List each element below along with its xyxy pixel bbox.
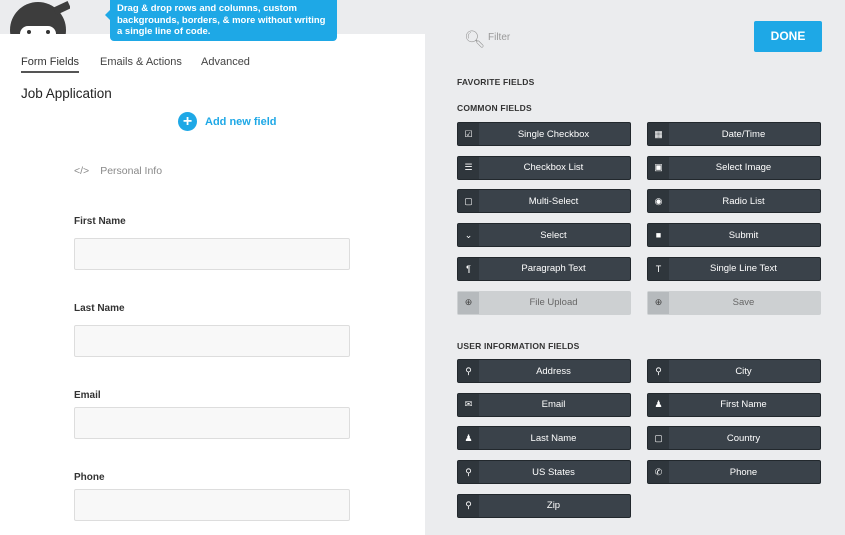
field-button-last-name[interactable]: ♟ Last Name (457, 426, 631, 451)
field-button-label: Select Image (715, 162, 772, 174)
image-icon: ▣ (648, 156, 669, 179)
field-button-label: Last Name (530, 432, 577, 444)
phone-input[interactable] (74, 489, 350, 521)
field-button-checkbox-list[interactable]: ☰ Checkbox List (457, 155, 631, 180)
field-button-email[interactable]: ✉ Email (457, 392, 631, 417)
square-icon: ▢ (648, 427, 669, 450)
done-button[interactable]: DONE (754, 21, 822, 52)
tab-advanced[interactable]: Advanced (201, 56, 250, 68)
first-name-input[interactable] (74, 238, 350, 270)
code-icon: </> (74, 165, 90, 177)
email-input[interactable] (74, 407, 350, 439)
field-button-label: Country (726, 432, 761, 444)
field-button-label: Submit (728, 229, 759, 241)
field-button-label: Date/Time (721, 128, 766, 140)
add-new-field-label: Add new field (205, 115, 277, 128)
square-icon: ▢ (458, 190, 479, 213)
map-pin-icon: ⚲ (648, 360, 669, 382)
map-pin-icon: ⚲ (458, 360, 479, 382)
field-button-first-name[interactable]: ♟ First Name (647, 392, 821, 417)
field-button-city[interactable]: ⚲ City (647, 359, 821, 383)
ninja-logo (10, 0, 70, 34)
last-name-input[interactable] (74, 325, 350, 357)
field-button-zip[interactable]: ⚲ Zip (457, 493, 631, 518)
list-icon: ☰ (458, 156, 479, 179)
radio-icon: ◉ (648, 190, 669, 213)
section-label: Personal Info (100, 165, 163, 177)
user-info-fields-header: USER INFORMATION FIELDS (457, 341, 580, 351)
tooltip: Drag & drop rows and columns, custom bac… (105, 0, 337, 41)
field-button-label: City (735, 365, 752, 377)
field-button-label: Address (536, 365, 571, 377)
field-button-label: Multi-Select (528, 195, 579, 207)
paragraph-icon: ¶ (458, 257, 479, 280)
checkbox-icon: ☑ (458, 123, 479, 145)
user-icon: ♟ (648, 393, 669, 416)
tab-emails-actions[interactable]: Emails & Actions (100, 56, 182, 68)
field-button-label: File Upload (529, 297, 578, 308)
field-button-label: Checkbox List (523, 162, 584, 174)
text-icon: T (648, 257, 669, 280)
field-button-label: First Name (720, 399, 767, 411)
tab-form-fields[interactable]: Form Fields (21, 56, 80, 73)
field-button-multi-select[interactable]: ▢ Multi-Select (457, 189, 631, 214)
square-filled-icon: ■ (648, 224, 669, 247)
save-icon: ⊕ (648, 291, 669, 314)
field-button-single-line-text[interactable]: T Single Line Text (647, 256, 821, 281)
upload-icon: ⊕ (458, 291, 479, 314)
field-button-date-time[interactable]: ▦ Date/Time (647, 122, 821, 146)
field-button-save[interactable]: ⊕ Save (647, 290, 821, 315)
form-title: Job Application (21, 86, 112, 101)
field-button-label: Zip (546, 500, 561, 512)
section-personal-info[interactable]: </> Personal Info (74, 165, 162, 177)
field-button-select[interactable]: ⌄ Select (457, 223, 631, 248)
phone-label: Phone (74, 472, 105, 483)
field-button-select-image[interactable]: ▣ Select Image (647, 155, 821, 180)
field-button-us-states[interactable]: ⚲ US States (457, 460, 631, 485)
field-button-label: Save (732, 297, 755, 308)
field-button-submit[interactable]: ■ Submit (647, 223, 821, 248)
add-new-field-button[interactable]: + Add new field (178, 112, 277, 131)
field-button-label: Email (541, 399, 566, 411)
chevron-down-icon: ⌄ (458, 224, 479, 247)
field-button-paragraph-text[interactable]: ¶ Paragraph Text (457, 256, 631, 281)
search-icon: 🔍︎ (464, 30, 486, 49)
plus-circle-icon: + (178, 112, 197, 131)
field-button-label: Phone (729, 466, 758, 478)
field-button-file-upload[interactable]: ⊕ File Upload (457, 290, 631, 315)
envelope-icon: ✉ (458, 393, 479, 416)
filter-input[interactable] (488, 32, 688, 43)
field-button-label: Single Checkbox (517, 128, 590, 140)
map-pin-icon: ⚲ (458, 494, 479, 517)
calendar-icon: ▦ (648, 123, 669, 145)
field-button-label: Select (540, 229, 567, 241)
field-button-radio-list[interactable]: ◉ Radio List (647, 189, 821, 214)
map-pin-icon: ⚲ (458, 461, 479, 484)
field-button-label: US States (532, 466, 575, 478)
user-icon: ♟ (458, 427, 479, 450)
email-label: Email (74, 390, 101, 401)
phone-icon: ✆ (648, 461, 669, 484)
first-name-label: First Name (74, 216, 126, 227)
field-button-label: Single Line Text (710, 263, 777, 275)
form-builder-panel (0, 34, 425, 535)
field-button-single-checkbox[interactable]: ☑ Single Checkbox (457, 122, 631, 146)
field-button-address[interactable]: ⚲ Address (457, 359, 631, 383)
field-button-label: Paragraph Text (521, 263, 586, 275)
field-button-phone[interactable]: ✆ Phone (647, 460, 821, 485)
last-name-label: Last Name (74, 303, 125, 314)
field-button-country[interactable]: ▢ Country (647, 426, 821, 451)
field-button-label: Radio List (722, 195, 765, 207)
favorite-fields-header: FAVORITE FIELDS (457, 77, 535, 87)
common-fields-header: COMMON FIELDS (457, 103, 532, 113)
